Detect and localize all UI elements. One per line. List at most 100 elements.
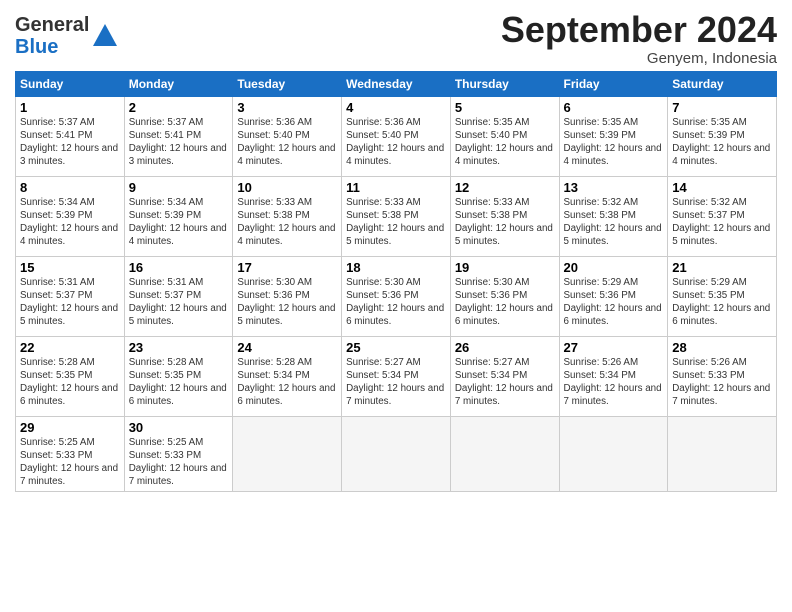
day-number: 28 bbox=[672, 340, 772, 355]
col-wednesday: Wednesday bbox=[342, 71, 451, 96]
table-row: 8 Sunrise: 5:34 AMSunset: 5:39 PMDayligh… bbox=[16, 176, 125, 256]
table-row: 9 Sunrise: 5:34 AMSunset: 5:39 PMDayligh… bbox=[124, 176, 233, 256]
day-number: 22 bbox=[20, 340, 120, 355]
title-block: September 2024 Genyem, Indonesia bbox=[501, 10, 777, 67]
day-info: Sunrise: 5:28 AMSunset: 5:35 PMDaylight:… bbox=[129, 357, 227, 408]
table-row: 26 Sunrise: 5:27 AMSunset: 5:34 PMDaylig… bbox=[450, 336, 559, 416]
day-info: Sunrise: 5:28 AMSunset: 5:35 PMDaylight:… bbox=[20, 357, 118, 408]
day-info: Sunrise: 5:37 AMSunset: 5:41 PMDaylight:… bbox=[20, 117, 118, 168]
day-number: 27 bbox=[564, 340, 664, 355]
table-row: 23 Sunrise: 5:28 AMSunset: 5:35 PMDaylig… bbox=[124, 336, 233, 416]
col-tuesday: Tuesday bbox=[233, 71, 342, 96]
table-row: 1 Sunrise: 5:37 AMSunset: 5:41 PMDayligh… bbox=[16, 96, 125, 176]
day-info: Sunrise: 5:26 AMSunset: 5:33 PMDaylight:… bbox=[672, 357, 770, 408]
col-monday: Monday bbox=[124, 71, 233, 96]
table-row: 10 Sunrise: 5:33 AMSunset: 5:38 PMDaylig… bbox=[233, 176, 342, 256]
day-info: Sunrise: 5:37 AMSunset: 5:41 PMDaylight:… bbox=[129, 117, 227, 168]
day-info: Sunrise: 5:25 AMSunset: 5:33 PMDaylight:… bbox=[20, 437, 118, 488]
day-number: 13 bbox=[564, 180, 664, 195]
table-row bbox=[668, 416, 777, 492]
day-number: 1 bbox=[20, 100, 120, 115]
day-info: Sunrise: 5:36 AMSunset: 5:40 PMDaylight:… bbox=[346, 117, 444, 168]
day-info: Sunrise: 5:31 AMSunset: 5:37 PMDaylight:… bbox=[129, 277, 227, 328]
table-row: 2 Sunrise: 5:37 AMSunset: 5:41 PMDayligh… bbox=[124, 96, 233, 176]
day-info: Sunrise: 5:36 AMSunset: 5:40 PMDaylight:… bbox=[237, 117, 335, 168]
table-row: 16 Sunrise: 5:31 AMSunset: 5:37 PMDaylig… bbox=[124, 256, 233, 336]
day-info: Sunrise: 5:30 AMSunset: 5:36 PMDaylight:… bbox=[455, 277, 553, 328]
day-info: Sunrise: 5:35 AMSunset: 5:40 PMDaylight:… bbox=[455, 117, 553, 168]
day-number: 21 bbox=[672, 260, 772, 275]
header: General Blue September 2024 Genyem, Indo… bbox=[15, 10, 777, 67]
day-info: Sunrise: 5:33 AMSunset: 5:38 PMDaylight:… bbox=[346, 197, 444, 248]
day-info: Sunrise: 5:35 AMSunset: 5:39 PMDaylight:… bbox=[564, 117, 662, 168]
table-row: 4 Sunrise: 5:36 AMSunset: 5:40 PMDayligh… bbox=[342, 96, 451, 176]
day-info: Sunrise: 5:28 AMSunset: 5:34 PMDaylight:… bbox=[237, 357, 335, 408]
day-number: 11 bbox=[346, 180, 446, 195]
table-row: 13 Sunrise: 5:32 AMSunset: 5:38 PMDaylig… bbox=[559, 176, 668, 256]
day-info: Sunrise: 5:27 AMSunset: 5:34 PMDaylight:… bbox=[455, 357, 553, 408]
table-row: 5 Sunrise: 5:35 AMSunset: 5:40 PMDayligh… bbox=[450, 96, 559, 176]
day-number: 25 bbox=[346, 340, 446, 355]
table-row bbox=[233, 416, 342, 492]
table-row: 29 Sunrise: 5:25 AMSunset: 5:33 PMDaylig… bbox=[16, 416, 125, 492]
logo-icon bbox=[91, 22, 119, 50]
day-info: Sunrise: 5:35 AMSunset: 5:39 PMDaylight:… bbox=[672, 117, 770, 168]
day-number: 6 bbox=[564, 100, 664, 115]
col-sunday: Sunday bbox=[16, 71, 125, 96]
table-row bbox=[450, 416, 559, 492]
logo-general: General bbox=[15, 14, 89, 36]
day-number: 7 bbox=[672, 100, 772, 115]
table-row bbox=[342, 416, 451, 492]
table-row: 25 Sunrise: 5:27 AMSunset: 5:34 PMDaylig… bbox=[342, 336, 451, 416]
day-info: Sunrise: 5:32 AMSunset: 5:38 PMDaylight:… bbox=[564, 197, 662, 248]
col-saturday: Saturday bbox=[668, 71, 777, 96]
day-info: Sunrise: 5:25 AMSunset: 5:33 PMDaylight:… bbox=[129, 437, 227, 488]
table-row: 15 Sunrise: 5:31 AMSunset: 5:37 PMDaylig… bbox=[16, 256, 125, 336]
day-number: 17 bbox=[237, 260, 337, 275]
day-number: 20 bbox=[564, 260, 664, 275]
day-number: 2 bbox=[129, 100, 229, 115]
day-info: Sunrise: 5:30 AMSunset: 5:36 PMDaylight:… bbox=[346, 277, 444, 328]
month-title: September 2024 bbox=[501, 10, 777, 50]
table-row bbox=[559, 416, 668, 492]
table-row: 19 Sunrise: 5:30 AMSunset: 5:36 PMDaylig… bbox=[450, 256, 559, 336]
day-info: Sunrise: 5:29 AMSunset: 5:36 PMDaylight:… bbox=[564, 277, 662, 328]
day-number: 12 bbox=[455, 180, 555, 195]
table-row: 18 Sunrise: 5:30 AMSunset: 5:36 PMDaylig… bbox=[342, 256, 451, 336]
table-row: 30 Sunrise: 5:25 AMSunset: 5:33 PMDaylig… bbox=[124, 416, 233, 492]
day-info: Sunrise: 5:32 AMSunset: 5:37 PMDaylight:… bbox=[672, 197, 770, 248]
table-row: 27 Sunrise: 5:26 AMSunset: 5:34 PMDaylig… bbox=[559, 336, 668, 416]
day-number: 8 bbox=[20, 180, 120, 195]
table-row: 22 Sunrise: 5:28 AMSunset: 5:35 PMDaylig… bbox=[16, 336, 125, 416]
day-info: Sunrise: 5:34 AMSunset: 5:39 PMDaylight:… bbox=[129, 197, 227, 248]
day-info: Sunrise: 5:29 AMSunset: 5:35 PMDaylight:… bbox=[672, 277, 770, 328]
day-info: Sunrise: 5:33 AMSunset: 5:38 PMDaylight:… bbox=[237, 197, 335, 248]
calendar-table: Sunday Monday Tuesday Wednesday Thursday… bbox=[15, 71, 777, 493]
table-row: 3 Sunrise: 5:36 AMSunset: 5:40 PMDayligh… bbox=[233, 96, 342, 176]
table-row: 24 Sunrise: 5:28 AMSunset: 5:34 PMDaylig… bbox=[233, 336, 342, 416]
day-number: 26 bbox=[455, 340, 555, 355]
day-info: Sunrise: 5:27 AMSunset: 5:34 PMDaylight:… bbox=[346, 357, 444, 408]
table-row: 14 Sunrise: 5:32 AMSunset: 5:37 PMDaylig… bbox=[668, 176, 777, 256]
logo: General Blue bbox=[15, 14, 119, 58]
day-number: 24 bbox=[237, 340, 337, 355]
day-number: 23 bbox=[129, 340, 229, 355]
day-number: 19 bbox=[455, 260, 555, 275]
location: Genyem, Indonesia bbox=[501, 50, 777, 67]
day-info: Sunrise: 5:31 AMSunset: 5:37 PMDaylight:… bbox=[20, 277, 118, 328]
logo-blue: Blue bbox=[15, 36, 58, 58]
day-info: Sunrise: 5:26 AMSunset: 5:34 PMDaylight:… bbox=[564, 357, 662, 408]
page-container: General Blue September 2024 Genyem, Indo… bbox=[0, 0, 792, 502]
table-row: 17 Sunrise: 5:30 AMSunset: 5:36 PMDaylig… bbox=[233, 256, 342, 336]
table-row: 11 Sunrise: 5:33 AMSunset: 5:38 PMDaylig… bbox=[342, 176, 451, 256]
table-row: 12 Sunrise: 5:33 AMSunset: 5:38 PMDaylig… bbox=[450, 176, 559, 256]
table-row: 7 Sunrise: 5:35 AMSunset: 5:39 PMDayligh… bbox=[668, 96, 777, 176]
day-number: 16 bbox=[129, 260, 229, 275]
table-row: 28 Sunrise: 5:26 AMSunset: 5:33 PMDaylig… bbox=[668, 336, 777, 416]
col-thursday: Thursday bbox=[450, 71, 559, 96]
day-number: 3 bbox=[237, 100, 337, 115]
table-row: 6 Sunrise: 5:35 AMSunset: 5:39 PMDayligh… bbox=[559, 96, 668, 176]
day-info: Sunrise: 5:33 AMSunset: 5:38 PMDaylight:… bbox=[455, 197, 553, 248]
day-number: 30 bbox=[129, 420, 229, 435]
day-number: 14 bbox=[672, 180, 772, 195]
